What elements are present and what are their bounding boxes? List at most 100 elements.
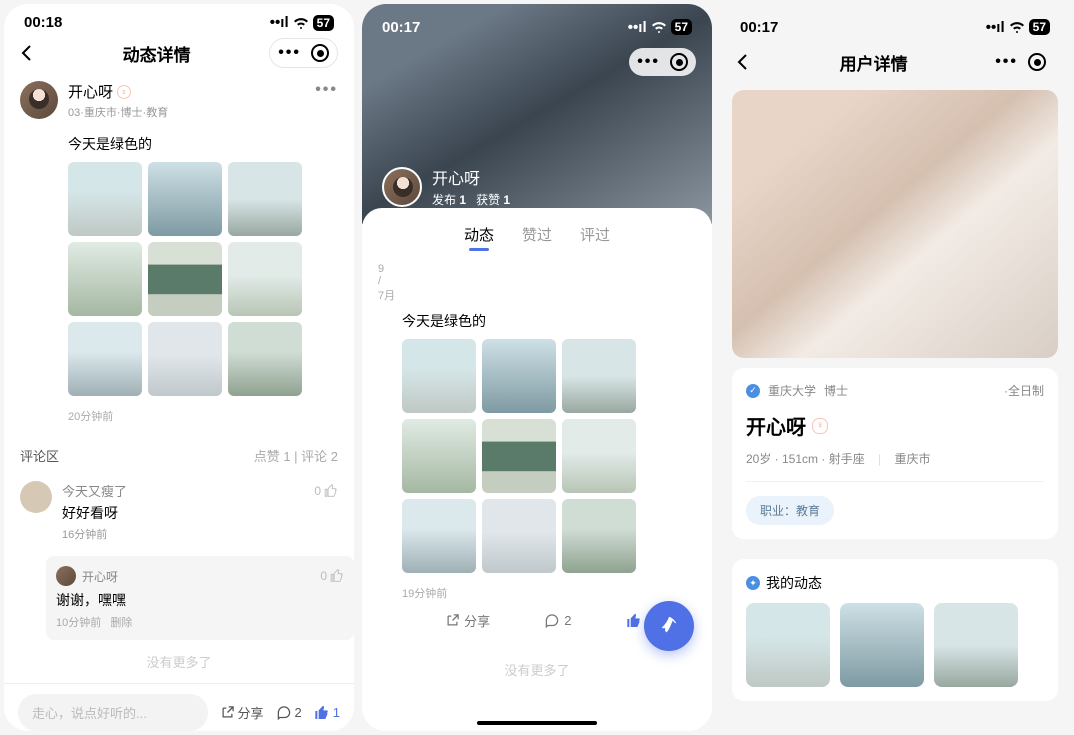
university: 重庆大学 [768,382,816,399]
reply-item: 开心呀 0 谢谢，嘿嘿 10分钟前 删除 [46,556,354,640]
status-time: 00:18 [24,14,62,31]
nav-bar: 用户详情 ••• [720,40,1070,84]
capsule-menu[interactable]: ••• [987,48,1054,76]
user-location: 重庆市 [895,452,931,466]
reply-text: 谢谢，嘿嘿 [56,590,344,610]
photo-6[interactable] [228,242,302,316]
user-name[interactable]: 开心呀 [68,81,113,102]
photo-5[interactable] [148,242,222,316]
photo-2[interactable] [840,603,924,687]
post-text: 今天是绿色的 [68,134,338,154]
more-icon: ••• [278,44,301,62]
no-more-label: 没有更多了 [362,648,712,691]
signal-icon: ••ıl [270,14,289,31]
gender-badge: ♀ [117,85,131,99]
photo-1[interactable] [402,339,476,413]
tab-liked[interactable]: 赞过 [522,224,552,245]
photo-6[interactable] [562,419,636,493]
commenter-name[interactable]: 今天又瘦了 [62,481,127,500]
photo-7[interactable] [402,499,476,573]
user-stats: 发布 1 获赞 1 [432,191,510,208]
wifi-icon [1009,21,1025,33]
photo-7[interactable] [68,322,142,396]
battery-icon: 57 [1029,19,1050,35]
photo-8[interactable] [148,322,222,396]
back-icon[interactable] [20,44,44,62]
comment-like[interactable]: 0 [314,484,338,498]
comment-button[interactable]: 2 [276,705,302,720]
user-info: 20岁 · 151cm · 射手座 [746,452,865,466]
photo-2[interactable] [482,339,556,413]
reply-like[interactable]: 0 [320,569,344,583]
bottom-bar: 走心，说点好听的... 分享 2 1 [4,683,354,731]
reply-avatar[interactable] [56,566,76,586]
profile-photo[interactable] [732,90,1058,358]
screen-user-profile: 00:17 ••ıl 57 用户详情 ••• ✓ 重庆大学 博士 ·全日制 [720,4,1070,731]
signal-icon: ••ıl [628,19,647,36]
comment-input[interactable]: 走心，说点好听的... [18,694,208,731]
user-meta: 03·重庆市·博士·教育 [68,104,305,120]
wifi-icon [651,21,667,33]
posts-card: ✦ 我的动态 [732,559,1058,701]
target-icon [670,53,688,71]
status-bar: 00:17 ••ıl 57 [362,4,712,40]
commenter-avatar[interactable] [20,481,52,513]
avatar[interactable] [20,81,58,119]
comment-button[interactable]: 2 [544,611,571,630]
nav-bar: 动态详情 ••• [4,31,354,75]
degree: 博士 [824,382,848,399]
capsule-menu[interactable]: ••• [629,48,696,76]
capsule-menu[interactable]: ••• [269,38,338,68]
comment-item: 今天又瘦了 0 好好看呀 16分钟前 [4,475,354,548]
share-button[interactable]: 分享 [220,703,264,722]
wifi-icon [293,17,309,29]
photo-grid [68,162,338,396]
photo-grid [402,339,696,573]
page-title: 动态详情 [44,41,269,66]
photo-4[interactable] [68,242,142,316]
signal-icon: ••ıl [986,19,1005,36]
feed-date: 9 / 7月 [378,263,395,303]
comment-section-bar: 评论区 点赞 1 | 评论 2 [4,430,354,475]
share-button[interactable]: 分享 [445,611,490,630]
no-more-label: 没有更多了 [4,640,354,683]
reply-delete-button[interactable]: 删除 [110,617,132,629]
photo-3[interactable] [934,603,1018,687]
post-more-icon[interactable]: ••• [315,81,338,99]
photo-2[interactable] [148,162,222,236]
screen-post-detail: 00:18 ••ıl 57 动态详情 ••• 开心呀 ♀ [4,4,354,731]
photo-8[interactable] [482,499,556,573]
back-icon[interactable] [736,53,760,71]
photo-5[interactable] [482,419,556,493]
compose-fab[interactable] [644,601,694,651]
photo-4[interactable] [402,419,476,493]
like-button[interactable]: 1 [314,705,340,721]
tab-bar: 动态 赞过 评过 [362,208,712,255]
photo-3[interactable] [562,339,636,413]
tab-posts[interactable]: 动态 [464,224,494,245]
target-icon [1028,53,1046,71]
section-icon: ✦ [746,576,760,590]
battery-icon: 57 [671,19,692,35]
user-name: 开心呀 [746,411,806,440]
cover-photo: 00:17 ••ıl 57 ••• 开心呀 发布 1 获赞 1 [362,4,712,224]
reply-time: 10分钟前 [56,617,101,629]
post-time: 20分钟前 [68,408,338,424]
info-card: ✓ 重庆大学 博士 ·全日制 开心呀 ♀ 20岁 · 151cm · 射手座 |… [732,368,1058,539]
screen-user-feed: 00:17 ••ıl 57 ••• 开心呀 发布 1 获赞 1 [362,4,712,731]
user-name: 开心呀 [432,165,510,189]
mode: ·全日制 [1004,382,1044,399]
photo-1[interactable] [68,162,142,236]
feed-time: 19分钟前 [402,585,696,601]
avatar[interactable] [382,167,422,207]
nav-bar: ••• [362,40,712,84]
photo-3[interactable] [228,162,302,236]
feed-item: 9 / 7月 今天是绿色的 19分钟前 分享 [362,255,712,648]
battery-icon: 57 [313,15,334,31]
tab-commented[interactable]: 评过 [580,224,610,245]
reply-user[interactable]: 开心呀 [82,568,118,585]
photo-1[interactable] [746,603,830,687]
page-title: 用户详情 [760,50,987,75]
photo-9[interactable] [228,322,302,396]
photo-9[interactable] [562,499,636,573]
